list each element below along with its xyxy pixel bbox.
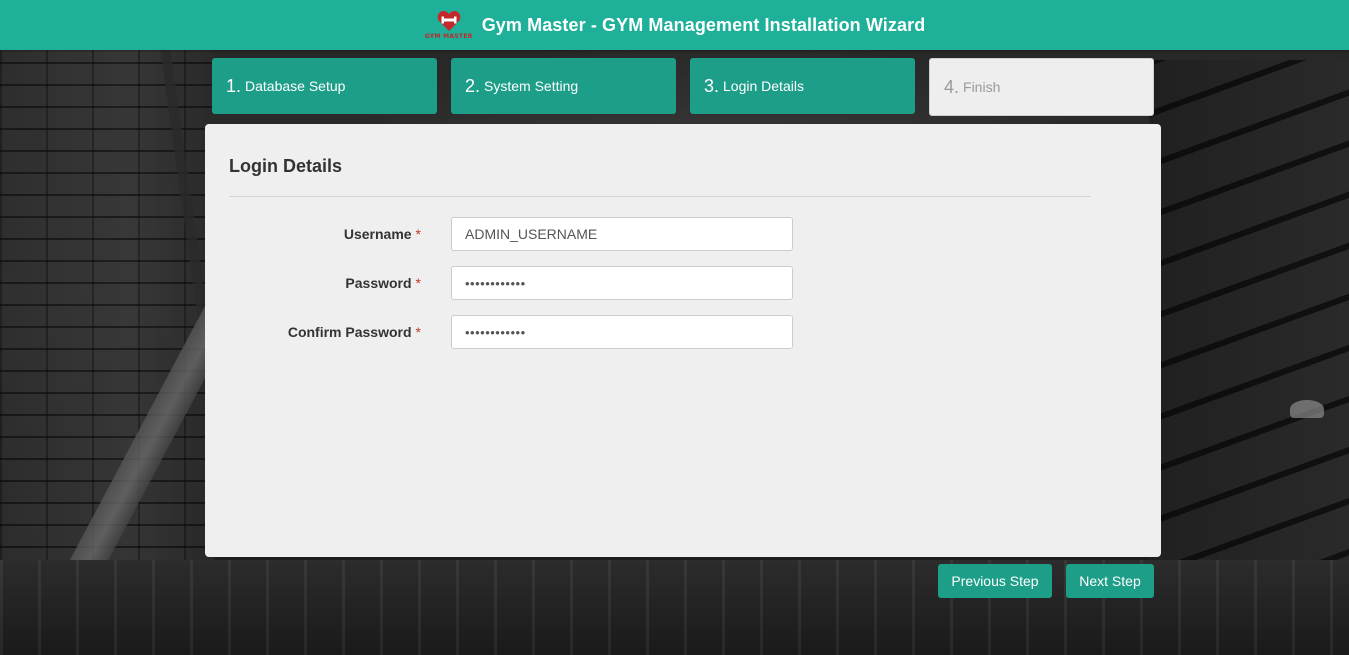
step-number: 1. <box>226 75 242 96</box>
password-label-text: Password <box>345 275 412 291</box>
step-system-setting[interactable]: 2. System Setting <box>451 58 676 114</box>
step-label: Login Details <box>723 78 804 94</box>
confirm-password-input[interactable] <box>451 315 793 349</box>
logo-text: GYM MASTER <box>424 33 473 40</box>
step-finish: 4. Finish <box>929 58 1154 116</box>
previous-step-button[interactable]: Previous Step <box>938 564 1052 598</box>
confirm-password-label-text: Confirm Password <box>287 324 412 340</box>
step-number: 4. <box>944 76 960 97</box>
password-label: Password * <box>345 275 421 291</box>
required-marker: * <box>415 275 421 291</box>
ceiling-rafters <box>1149 60 1349 560</box>
next-step-button[interactable]: Next Step <box>1066 564 1154 598</box>
top-bar: GYM MASTER Gym Master - GYM Management I… <box>0 0 1349 50</box>
password-input[interactable] <box>451 266 793 300</box>
required-marker: * <box>415 324 421 340</box>
username-label-text: Username <box>343 226 412 242</box>
heart-dumbbell-logo-icon <box>437 11 460 31</box>
step-login-details[interactable]: 3. Login Details <box>690 58 915 114</box>
step-label: System Setting <box>484 78 579 94</box>
username-label: Username * <box>344 226 421 242</box>
step-label: Finish <box>963 79 1001 95</box>
step-number: 3. <box>704 75 720 96</box>
step-number: 2. <box>465 75 481 96</box>
ceiling-lamp <box>1290 400 1324 418</box>
login-details-panel: Login Details Username* Password* Confir… <box>205 124 1161 557</box>
password-row: Password * <box>205 266 1161 300</box>
app-logo: GYM MASTER <box>424 3 474 47</box>
panel-title: Login Details <box>229 156 343 176</box>
confirm-password-label: Confirm Password * <box>288 324 421 340</box>
step-label: Database Setup <box>245 78 346 94</box>
username-input[interactable] <box>451 217 793 251</box>
app-title: Gym Master - GYM Management Installation… <box>481 14 926 35</box>
step-database-setup[interactable]: 1. Database Setup <box>212 58 437 114</box>
panel-divider <box>229 196 1091 197</box>
username-row: Username * <box>205 217 1161 251</box>
required-marker: * <box>415 226 421 242</box>
confirm-password-row: Confirm Password * <box>205 315 1161 349</box>
